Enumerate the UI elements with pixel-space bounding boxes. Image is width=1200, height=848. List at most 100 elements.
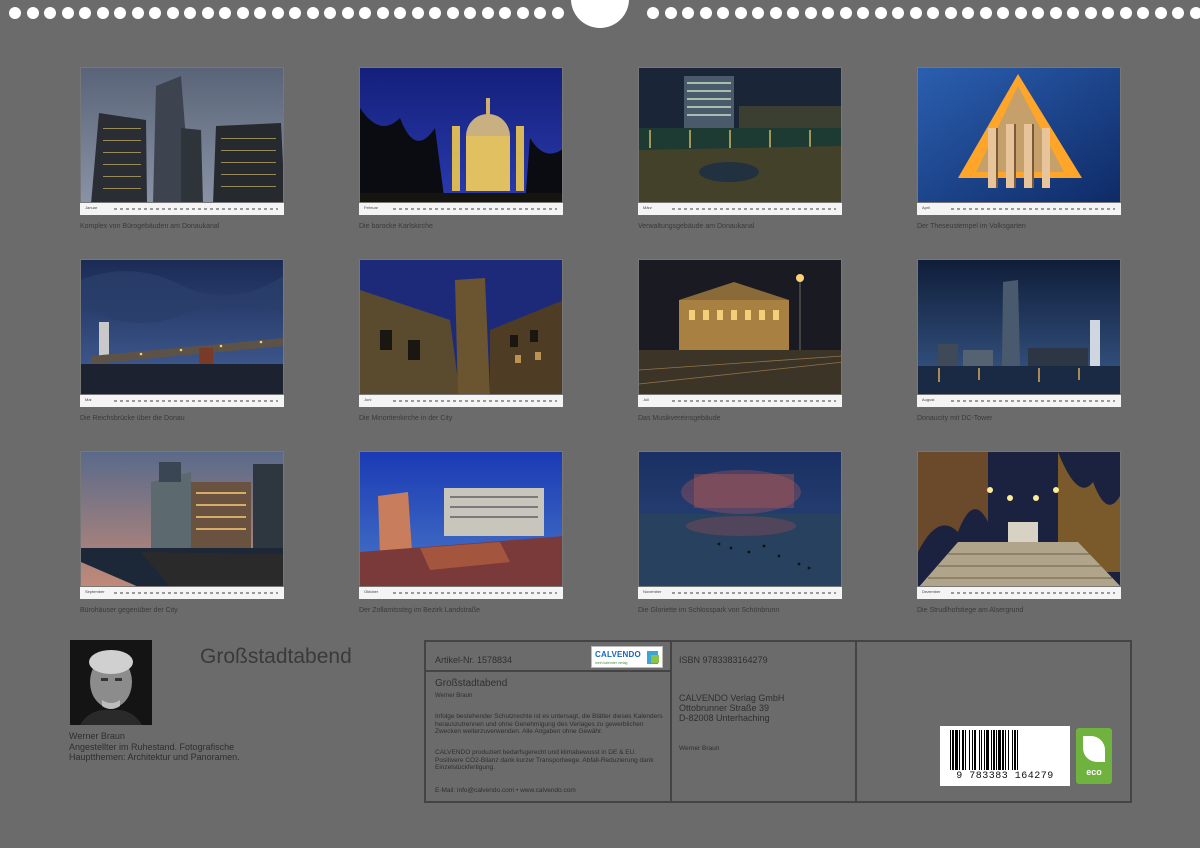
month-label: Januar (85, 205, 98, 210)
month-september: September Bürohäuser gegenüber der City (80, 451, 284, 614)
photo-march (638, 67, 842, 203)
info-title: Großstadtabend (435, 678, 508, 689)
month-label: April (922, 205, 931, 210)
binding-hole (1084, 7, 1097, 19)
binding-hole (1032, 7, 1044, 19)
binding-hole (534, 7, 546, 19)
binding-hole (944, 7, 957, 19)
photo-caption: Die barocke Karlskirche (359, 223, 433, 230)
binding-hole (481, 7, 494, 19)
month-october: Oktober Der Zollamtssteg im Bezirk Lands… (359, 451, 563, 614)
photo-caption: Verwaltungsgebäude am Donaukanal (638, 223, 755, 230)
photo-february (359, 67, 563, 203)
month-may: Mai Die Reichsbrücke über die Donau (80, 259, 284, 422)
binding-hole (411, 7, 424, 19)
legal-notice: Infolge bestehender Schutzrechte ist es … (435, 713, 663, 736)
month-label: Dezember (922, 589, 941, 594)
barcode-number: 9 783383 164279 (956, 771, 1054, 782)
binding-hole (752, 7, 764, 19)
calendar-strip: August (917, 395, 1121, 407)
photo-november (638, 451, 842, 587)
binding-hole (219, 7, 231, 19)
binding-hole (1154, 7, 1167, 19)
eco-notice: CALVENDO produziert bedarfsgerecht und k… (435, 749, 654, 772)
photo-january (80, 67, 284, 203)
photo-august (917, 259, 1121, 395)
binding-hole (96, 7, 109, 19)
calvendo-logo-text: CALVENDO (595, 650, 641, 659)
binding-hole (1049, 7, 1062, 19)
binding-hole (1119, 7, 1132, 19)
binding-hole (114, 7, 126, 19)
month-label: Oktober (364, 589, 379, 594)
calendar-strip: September (80, 587, 284, 599)
calvendo-logo-subtitle: mein kalender verlag (595, 661, 628, 665)
binding-hole (306, 7, 319, 19)
binding-hole (664, 7, 677, 19)
binding-hole (874, 7, 887, 19)
publisher-city: D-82008 Unterhaching (679, 713, 770, 723)
binding-hole (516, 7, 529, 19)
binding-hole (734, 7, 747, 19)
binding-hole (324, 7, 336, 19)
photo-may (80, 259, 284, 395)
photo-october (359, 451, 563, 587)
binding-hole (1172, 7, 1184, 19)
binding-hole (804, 7, 817, 19)
isbn: ISBN 9783383164279 (679, 655, 768, 665)
binding-hole (359, 7, 371, 19)
month-december: Dezember Die Strudlhofstiege am Alsergru… (917, 451, 1121, 614)
month-march: März Verwaltungsgebäude am Donaukanal (638, 67, 842, 230)
photo-december (917, 451, 1121, 587)
binding-hole (1067, 7, 1079, 19)
month-label: Mai (85, 397, 92, 402)
binding-hole (271, 7, 284, 19)
leaf-icon (1083, 736, 1105, 762)
publisher-name: CALVENDO Verlag GmbH (679, 693, 785, 703)
contact-line: E-Mail: info@calvendo.com • www.calvendo… (435, 787, 576, 794)
photo-caption: Die Minoritenkirche in der City (359, 415, 453, 422)
publisher-info-box: Artikel-Nr. 1578834 CALVENDO mein kalend… (424, 640, 1132, 803)
binding-hole (962, 7, 974, 19)
leaf-icon (651, 655, 659, 663)
month-label: März (643, 205, 652, 210)
binding-hole (1102, 7, 1114, 19)
binding-hole (44, 7, 56, 19)
binding-hole (79, 7, 91, 19)
calendar-strip: Februar (359, 203, 563, 215)
month-label: Juni (364, 397, 372, 402)
binding-hole (446, 7, 459, 19)
photo-caption: Das Musikvereinsgebäude (638, 415, 721, 422)
month-label: Juli (643, 397, 650, 402)
photo-caption: Der Theseustempel im Volksgarten (917, 223, 1026, 230)
photo-april (917, 67, 1121, 203)
binding-hole (131, 7, 144, 19)
binding-hole (9, 7, 21, 19)
binding-hole (979, 7, 992, 19)
calvendo-logo: CALVENDO mein kalender verlag (591, 646, 663, 668)
binding-hole (857, 7, 869, 19)
binding-hole (499, 7, 511, 19)
photo-june (359, 259, 563, 395)
binding-hole (551, 7, 564, 19)
photo-caption: Die Reichsbrücke über die Donau (80, 415, 185, 422)
binding-hole (376, 7, 389, 19)
binding-hole (1189, 7, 1200, 19)
photo-september (80, 451, 284, 587)
publisher-street: Ottobrunner Straße 39 (679, 703, 770, 713)
photo-caption: Die Gloriette im Schlosspark von Schönbr… (638, 607, 780, 614)
photo-caption: Komplex von Bürogebäuden am Donaukanal (80, 223, 220, 230)
calendar-strip: Mai (80, 395, 284, 407)
month-label: Februar (364, 205, 379, 210)
calendar-title: Großstadtabend (200, 645, 352, 668)
binding-hole (26, 7, 39, 19)
binding-hole (927, 7, 939, 19)
binding-hole (166, 7, 179, 19)
author-portrait (70, 640, 152, 725)
barcode-bars (950, 730, 1018, 770)
month-april: April Der Theseustempel im Volksgarten (917, 67, 1121, 230)
month-february: Februar Die barocke Karlskirche (359, 67, 563, 230)
binding-hole (429, 7, 441, 19)
calendar-strip: April (917, 203, 1121, 215)
binding-hole (1014, 7, 1027, 19)
